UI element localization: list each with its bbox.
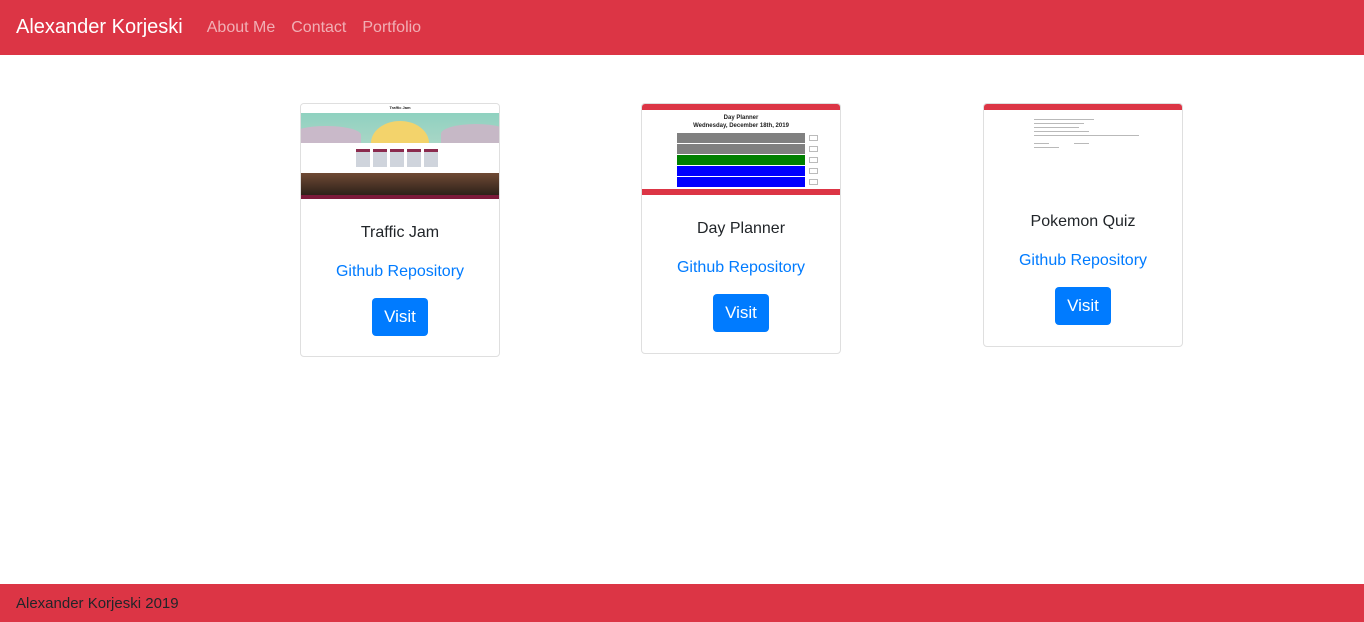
visit-button[interactable]: Visit (1055, 287, 1111, 325)
project-title: Day Planner (696, 220, 786, 237)
footer-text: Alexander Korjeski 2019 (16, 594, 179, 612)
project-title: Traffic Jam (360, 224, 440, 241)
thumbnail-subtitle: Wednesday, December 18th, 2019 (693, 123, 789, 129)
nav-link-about-me[interactable]: About Me (207, 19, 275, 37)
nav-link-contact[interactable]: Contact (291, 19, 346, 37)
thumbnail-title: Traffic Jam (389, 105, 411, 110)
github-repository-link[interactable]: Github Repository (984, 252, 1182, 270)
project-card-pokemon-quiz: Pokemon Quiz Github Repository Visit (983, 103, 1183, 347)
visit-button[interactable]: Visit (713, 294, 769, 332)
github-repository-link[interactable]: Github Repository (642, 259, 840, 277)
project-thumbnail (984, 104, 1182, 189)
nav-link-portfolio[interactable]: Portfolio (362, 19, 421, 37)
project-card-day-planner: Day Planner Wednesday, December 18th, 20… (641, 103, 841, 354)
project-card-traffic-jam: Traffic Jam Traffic Jam Github Repositor… (300, 103, 500, 357)
footer: Alexander Korjeski 2019 (0, 584, 1364, 622)
thumbnail-title: Day Planner (723, 115, 759, 121)
github-repository-link[interactable]: Github Repository (301, 263, 499, 281)
visit-button[interactable]: Visit (372, 298, 428, 336)
brand-link[interactable]: Alexander Korjeski (16, 16, 183, 39)
project-title: Pokemon Quiz (1030, 213, 1136, 230)
project-thumbnail: Day Planner Wednesday, December 18th, 20… (642, 104, 840, 195)
project-thumbnail: Traffic Jam (301, 104, 499, 199)
navbar: Alexander Korjeski About Me Contact Port… (0, 0, 1364, 55)
